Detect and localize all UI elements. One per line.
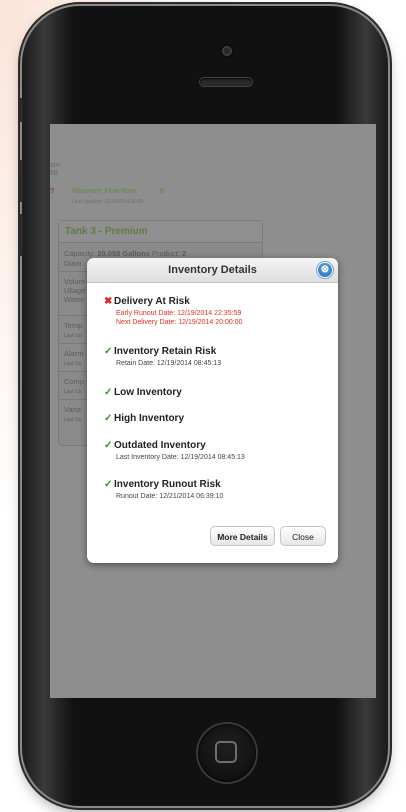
check-icon: ✓	[104, 387, 113, 398]
tank-row: Last Up	[64, 333, 82, 339]
bg-flow-rate-value: 0	[160, 188, 164, 195]
check-icon: ✓	[104, 346, 113, 357]
modal-header: Inventory Details ⊗	[87, 258, 338, 283]
check-icon: ✓	[104, 413, 113, 424]
speaker-grille	[200, 78, 252, 86]
item-detail: Last Inventory Date: 12/19/2014 08:45:13	[116, 454, 245, 461]
inventory-details-modal: Inventory Details ⊗ ✖ Delivery At Risk E…	[87, 258, 338, 563]
bg-left-label: 08	[50, 170, 58, 177]
item-title: High Inventory	[114, 413, 185, 424]
bg-left-label: ate:	[50, 162, 62, 169]
bg-flow-rate-label: Maximum Flow Rate:	[72, 188, 138, 195]
tank-row: Water	[64, 295, 84, 304]
item-title: Inventory Retain Risk	[114, 346, 217, 357]
tank-row: Alarm	[64, 349, 84, 358]
tank-product-label: Product:	[151, 249, 180, 258]
camera-icon	[222, 46, 232, 56]
tank-row: Volum	[64, 277, 85, 286]
tank-row: Ullage	[64, 286, 86, 295]
tank-row: Last Up	[64, 389, 82, 395]
bg-last-updated: Last Updated: 12/19/2014 00:00	[72, 199, 144, 205]
tank-title: Tank 3 - Premium	[59, 221, 262, 243]
tank-row: Varia	[64, 405, 81, 414]
tank-capacity-label: Capacity:	[64, 249, 96, 258]
check-icon: ✓	[104, 440, 113, 451]
item-detail: Early Runout Date: 12/19/2014 22:35:59	[116, 310, 242, 317]
item-detail: Retain Date: 12/19/2014 08:45:13	[116, 360, 222, 367]
mute-switch[interactable]	[18, 98, 23, 122]
phone-screen: ate: 08 ? Maximum Flow Rate: 0 Last Upda…	[50, 124, 376, 698]
item-title: Outdated Inventory	[114, 440, 206, 451]
tank-row: Last Up	[64, 361, 82, 367]
item-detail: Next Delivery Date: 12/19/2014 20:00:00	[116, 319, 243, 326]
item-detail: Runout Date: 12/21/2014 06:39:10	[116, 493, 224, 500]
tank-row: Diam	[64, 259, 82, 268]
modal-title: Inventory Details	[168, 264, 257, 276]
x-mark-icon: ✖	[104, 296, 113, 307]
tank-product-value: 2	[182, 249, 187, 258]
home-square-icon	[215, 741, 237, 763]
tank-capacity-row: Capacity: 20,058 Gallons Product: 2	[64, 249, 186, 258]
item-title: Low Inventory	[114, 387, 182, 398]
bg-alert-mark: ?	[50, 188, 55, 195]
tank-row: Comp	[64, 377, 85, 386]
tank-row: Temp	[64, 321, 83, 330]
item-title: Delivery At Risk	[114, 296, 190, 307]
tank-row: Last Up	[64, 417, 82, 423]
close-button[interactable]: Close	[280, 526, 326, 546]
volume-up-button[interactable]	[18, 160, 23, 202]
check-icon: ✓	[104, 479, 113, 490]
item-title: Inventory Runout Risk	[114, 479, 221, 490]
close-icon[interactable]: ⊗	[318, 263, 332, 277]
volume-down-button[interactable]	[18, 214, 23, 256]
more-details-button[interactable]: More Details	[210, 526, 275, 546]
tank-capacity-value: 20,058 Gallons	[97, 249, 150, 258]
